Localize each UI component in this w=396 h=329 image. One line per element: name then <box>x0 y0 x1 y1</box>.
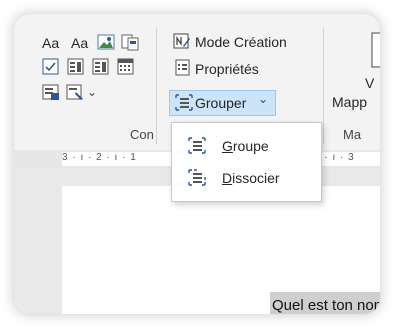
properties-button[interactable]: Propriétés <box>195 60 259 78</box>
date-picker-control-icon[interactable] <box>117 58 134 75</box>
ungroup-icon <box>188 169 206 186</box>
design-mode-button[interactable]: Mode Création <box>195 33 287 51</box>
mnemonic-letter: G <box>222 138 233 154</box>
group-dropdown-menu: Groupe Dissocier <box>171 122 322 202</box>
selected-text: Quel est ton nom ? <box>272 297 380 314</box>
ruler-left-marks: 3 · ı · 2 · ı · 1 <box>62 152 137 163</box>
building-block-control-icon[interactable] <box>121 33 139 51</box>
document-page[interactable]: Quel est ton nom ? <box>62 186 380 314</box>
chevron-down-icon[interactable]: ⌄ <box>87 85 97 99</box>
menu-item-label: Groupe <box>222 138 269 154</box>
menu-item-label: Dissocier <box>222 170 280 186</box>
legacy-forms-icon[interactable] <box>42 84 60 101</box>
xml-mapping-icon <box>371 32 380 68</box>
rich-text-control-button[interactable]: Aa <box>42 34 59 52</box>
properties-icon <box>175 59 190 76</box>
combo-box-control-icon[interactable] <box>67 58 84 75</box>
xml-mapping-button[interactable]: Mapp <box>332 93 367 111</box>
label-rest: issocier <box>232 170 280 186</box>
group-dropdown-button[interactable]: Grouper ⌄ <box>169 90 276 116</box>
controls-group-caption: Con <box>130 127 154 142</box>
plain-text-control-button[interactable]: Aa <box>71 34 88 52</box>
design-mode-icon <box>173 33 190 49</box>
group-separator <box>323 28 324 144</box>
group-icon <box>175 94 193 111</box>
menu-item-groupe[interactable]: Groupe <box>172 131 321 161</box>
dropdown-list-control-icon[interactable] <box>92 58 109 75</box>
selected-text-highlight[interactable]: Quel est ton nom ? <box>270 292 380 314</box>
picture-control-icon[interactable] <box>97 34 115 50</box>
legacy-tools-icon[interactable] <box>66 84 86 101</box>
label-rest: roupe <box>232 138 269 154</box>
group-icon <box>188 137 206 154</box>
mnemonic-letter: D <box>222 170 233 186</box>
checkbox-control-icon[interactable] <box>42 58 59 75</box>
xml-mapping-label-top: V <box>365 75 375 91</box>
chevron-down-icon: ⌄ <box>258 92 269 106</box>
word-window-crop: Aa Aa ⌄ Mode Création Propriétés Grouper… <box>14 14 380 314</box>
group-button-label: Grouper <box>195 95 247 111</box>
group-separator <box>156 28 157 144</box>
menu-item-dissocier[interactable]: Dissocier <box>172 163 321 193</box>
mapping-group-caption: Ma <box>343 127 362 142</box>
